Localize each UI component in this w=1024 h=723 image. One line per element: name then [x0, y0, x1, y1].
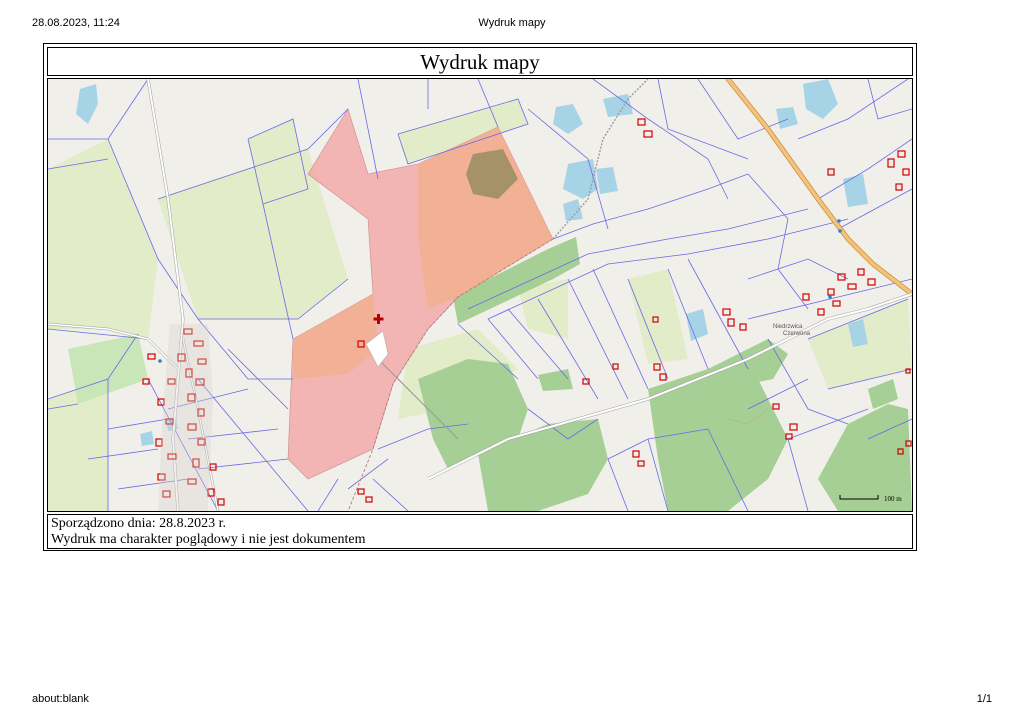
- map-print-frame: Wydruk mapy Niedrzwica Czerwona 100 m Sp…: [43, 43, 917, 551]
- disclaimer: Wydruk ma charakter poglądowy i nie jest…: [51, 532, 366, 547]
- prepared-date: Sporządzono dnia: 28.8.2023 r.: [51, 516, 226, 531]
- print-url: about:blank: [32, 693, 89, 705]
- map-title: Wydruk mapy: [47, 47, 913, 76]
- print-header: 28.08.2023, 11:24 Wydruk mapy: [0, 17, 1024, 31]
- scale-bar-label: 100 m: [884, 495, 902, 503]
- place-label-line2: Czerwona: [783, 331, 811, 337]
- print-page-title: Wydruk mapy: [478, 17, 546, 29]
- map-info: Sporządzono dnia: 28.8.2023 r. Wydruk ma…: [47, 514, 913, 549]
- place-label-line1: Niedrzwica: [773, 324, 803, 330]
- map-view[interactable]: Niedrzwica Czerwona 100 m: [47, 78, 913, 512]
- map-canvas[interactable]: Niedrzwica Czerwona 100 m: [48, 79, 912, 511]
- print-page-number: 1/1: [976, 693, 992, 705]
